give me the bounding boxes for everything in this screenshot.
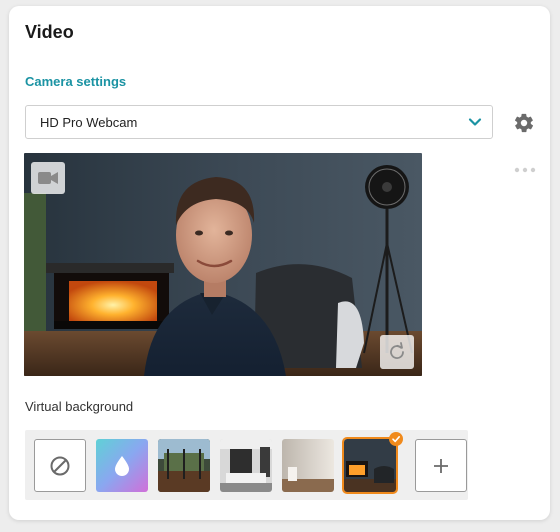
camera-toggle-button[interactable] (31, 162, 65, 194)
no-background-option[interactable] (34, 439, 86, 492)
gear-icon[interactable] (513, 112, 535, 134)
no-background-icon (50, 456, 70, 475)
camera-preview-image (24, 153, 422, 376)
background-option-white-wall[interactable] (282, 439, 334, 492)
rotate-icon (390, 342, 404, 359)
virtual-background-label: Virtual background (25, 399, 134, 414)
video-settings-panel: Video Camera settings HD Pro Webcam Virt… (9, 6, 550, 520)
rotate-camera-button[interactable] (380, 335, 414, 369)
panel-title: Video (25, 22, 74, 42)
background-option-fireplace[interactable] (342, 437, 398, 494)
camera-preview (24, 153, 422, 376)
blur-thumbnail (96, 439, 148, 492)
white-wall-thumbnail (282, 439, 334, 492)
add-background-button[interactable] (415, 439, 467, 492)
fireplace-thumbnail (344, 439, 396, 492)
camera-select[interactable]: HD Pro Webcam (25, 105, 493, 139)
background-option-living-room[interactable] (220, 439, 272, 492)
blur-background-option[interactable] (96, 439, 148, 492)
video-camera-icon (38, 172, 58, 184)
plus-icon (434, 458, 448, 473)
check-icon (392, 436, 400, 443)
camera-select-value: HD Pro Webcam (40, 114, 138, 130)
living-room-thumbnail (220, 439, 272, 492)
camera-settings-heading[interactable]: Camera settings (25, 74, 126, 89)
chevron-down-icon (468, 118, 482, 126)
balcony-thumbnail (158, 439, 210, 492)
more-horizontal-icon[interactable] (513, 166, 537, 174)
background-option-balcony[interactable] (158, 439, 210, 492)
selected-check-badge (389, 432, 403, 446)
